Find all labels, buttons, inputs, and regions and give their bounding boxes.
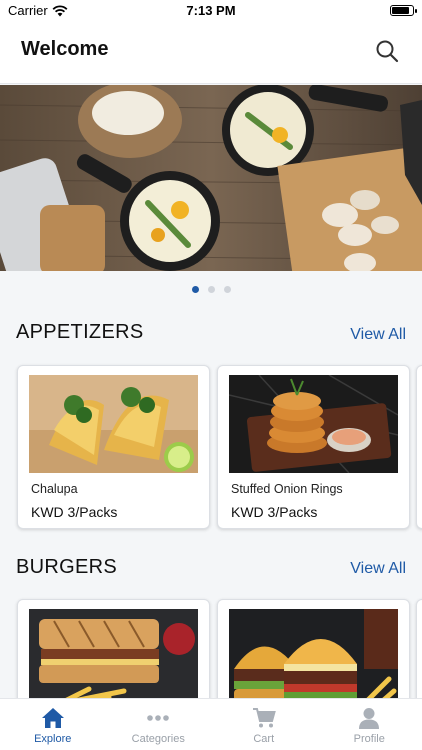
product-card[interactable]: Stuffed Onion Rings KWD 3/Packs xyxy=(217,365,410,529)
product-image xyxy=(29,375,198,473)
view-all-burgers-link[interactable]: View All xyxy=(350,560,406,578)
tab-label: Categories xyxy=(131,733,185,745)
status-time: 7:13 PM xyxy=(186,3,236,18)
onion-rings-image xyxy=(229,375,398,473)
product-card-partial[interactable] xyxy=(416,365,422,529)
profile-icon xyxy=(359,708,380,729)
section-title-appetizers: APPETIZERS xyxy=(16,321,144,343)
hero-food-image xyxy=(0,85,422,271)
search-icon xyxy=(376,40,399,63)
carousel-dot[interactable] xyxy=(223,286,231,293)
product-name: Chalupa xyxy=(31,482,78,496)
tab-label: Cart xyxy=(253,733,275,745)
cart-icon xyxy=(252,708,276,728)
tab-categories[interactable]: Categories xyxy=(106,699,212,750)
product-price: KWD 3/Packs xyxy=(31,504,118,520)
carousel-dot[interactable] xyxy=(191,286,199,293)
search-button[interactable] xyxy=(374,38,400,64)
battery-icon xyxy=(390,5,417,16)
product-price: KWD 3/Packs xyxy=(231,504,318,520)
carousel-dots[interactable] xyxy=(0,286,422,293)
tab-profile[interactable]: Profile xyxy=(317,699,422,750)
bottom-tab-bar: Explore Categories Cart Profile xyxy=(0,698,422,750)
app-header: Welcome xyxy=(0,22,422,84)
tab-explore[interactable]: Explore xyxy=(0,699,106,750)
product-image xyxy=(229,375,398,473)
tab-label: Profile xyxy=(353,733,385,745)
product-card[interactable]: Chalupa KWD 3/Packs xyxy=(17,365,210,529)
chalupa-image xyxy=(29,375,198,473)
carousel-dot[interactable] xyxy=(207,286,215,293)
hero-banner[interactable] xyxy=(0,85,422,271)
view-all-appetizers-link[interactable]: View All xyxy=(350,326,406,344)
tab-cart[interactable]: Cart xyxy=(211,699,317,750)
more-dots-icon xyxy=(147,715,170,721)
tab-label: Explore xyxy=(34,733,72,745)
section-title-burgers: BURGERS xyxy=(16,556,118,578)
status-bar: Carrier 7:13 PM xyxy=(0,0,422,22)
product-name: Stuffed Onion Rings xyxy=(231,482,343,496)
battery-level xyxy=(392,7,409,14)
home-icon xyxy=(41,708,64,728)
page-title: Welcome xyxy=(21,38,109,60)
